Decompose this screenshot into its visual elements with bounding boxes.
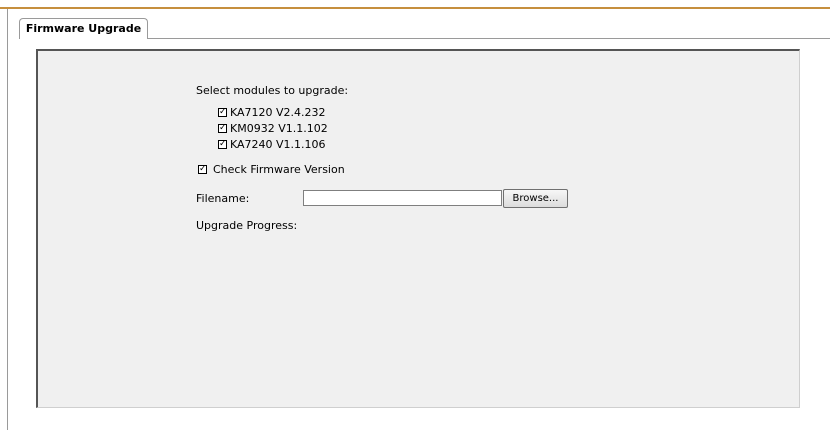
- module-label-1: KA7120 V2.4.232: [230, 106, 326, 119]
- upgrade-progress-label: Upgrade Progress:: [196, 219, 298, 232]
- filename-input[interactable]: [303, 190, 502, 206]
- module-label-2: KM0932 V1.1.102: [230, 122, 328, 135]
- tab-firmware-upgrade[interactable]: Firmware Upgrade: [19, 18, 148, 39]
- module-label-3: KA7240 V1.1.106: [230, 138, 326, 151]
- browse-button[interactable]: Browse...: [503, 189, 568, 208]
- module-checkbox-2[interactable]: ✓: [218, 124, 227, 133]
- header-accent-rule: [0, 7, 830, 9]
- select-modules-label: Select modules to upgrade:: [196, 84, 349, 97]
- module-checkbox-1[interactable]: ✓: [218, 108, 227, 117]
- check-firmware-version-checkbox[interactable]: ✓: [198, 165, 207, 174]
- module-checkbox-3[interactable]: ✓: [218, 140, 227, 149]
- left-border-rule: [7, 9, 8, 430]
- check-firmware-version-label: Check Firmware Version: [213, 163, 345, 176]
- filename-label: Filename:: [196, 192, 250, 205]
- firmware-upgrade-panel: [36, 49, 800, 408]
